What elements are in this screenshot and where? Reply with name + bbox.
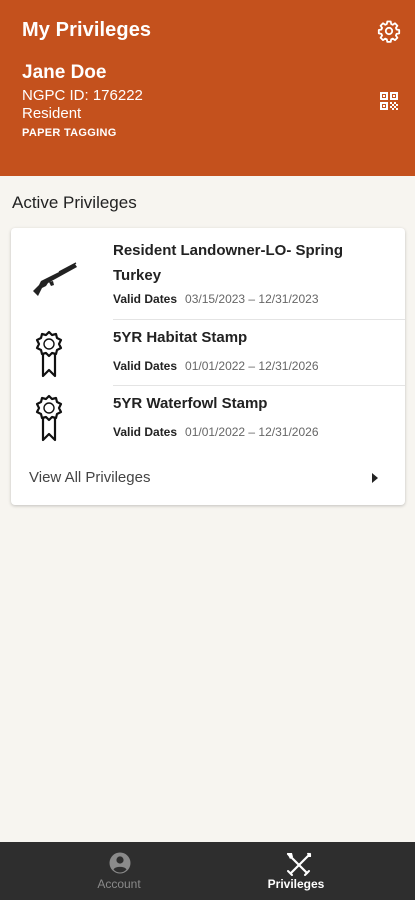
chevron-right-icon bbox=[372, 473, 378, 483]
valid-dates-value: 01/01/2022 – 12/31/2026 bbox=[185, 425, 319, 439]
valid-dates-value: 01/01/2022 – 12/31/2026 bbox=[185, 359, 319, 373]
nav-privileges[interactable]: Privileges bbox=[236, 842, 356, 900]
ribbon-badge-icon bbox=[29, 330, 69, 385]
bottom-navigation: Account Privileges bbox=[0, 842, 415, 900]
app-header: My Privileges Jane Doe NGPC ID: 176222 R… bbox=[0, 0, 415, 176]
valid-dates-label: Valid Dates bbox=[113, 425, 178, 439]
privilege-name: 5YR Habitat Stamp bbox=[113, 329, 248, 346]
qr-code-icon[interactable] bbox=[377, 89, 401, 113]
page-title: My Privileges bbox=[22, 19, 152, 41]
account-circle-icon bbox=[108, 851, 132, 875]
valid-dates-value: 03/15/2023 – 12/31/2023 bbox=[185, 292, 319, 306]
privileges-card: Resident Landowner-LO- Spring Turkey Val… bbox=[11, 228, 405, 505]
crossed-tools-icon bbox=[285, 851, 312, 876]
privilege-item[interactable]: 5YR Habitat Stamp Valid Dates 01/01/2022 … bbox=[11, 320, 405, 386]
privilege-name: 5YR Waterfowl Stamp bbox=[113, 395, 268, 412]
privilege-dates: Valid Dates 03/15/2023 – 12/31/2023 bbox=[113, 292, 319, 306]
residency-status: Resident bbox=[22, 105, 82, 122]
ngpc-id: NGPC ID: 176222 bbox=[22, 87, 143, 104]
privilege-name: Resident Landowner-LO- Spring Turkey bbox=[113, 242, 344, 284]
privilege-item[interactable]: Resident Landowner-LO- Spring Turkey Val… bbox=[11, 228, 405, 320]
nav-privileges-label: Privileges bbox=[267, 877, 325, 891]
nav-account-label: Account bbox=[97, 877, 141, 891]
view-all-privileges-link[interactable]: View All Privileges bbox=[11, 460, 405, 496]
valid-dates-label: Valid Dates bbox=[113, 359, 178, 373]
privilege-item[interactable]: 5YR Waterfowl Stamp Valid Dates 01/01/202… bbox=[11, 386, 405, 452]
view-all-label: View All Privileges bbox=[29, 469, 151, 486]
tagging-type: PAPER TAGGING bbox=[22, 127, 117, 139]
valid-dates-label: Valid Dates bbox=[113, 292, 178, 306]
shotgun-icon bbox=[29, 250, 81, 303]
nav-account[interactable]: Account bbox=[59, 842, 179, 900]
holder-name: Jane Doe bbox=[22, 62, 107, 83]
privilege-dates: Valid Dates 01/01/2022 – 12/31/2026 bbox=[113, 359, 319, 373]
gear-icon[interactable] bbox=[377, 19, 401, 43]
ribbon-badge-icon bbox=[29, 394, 69, 449]
section-title: Active Privileges bbox=[12, 193, 137, 212]
privilege-dates: Valid Dates 01/01/2022 – 12/31/2026 bbox=[113, 425, 319, 439]
